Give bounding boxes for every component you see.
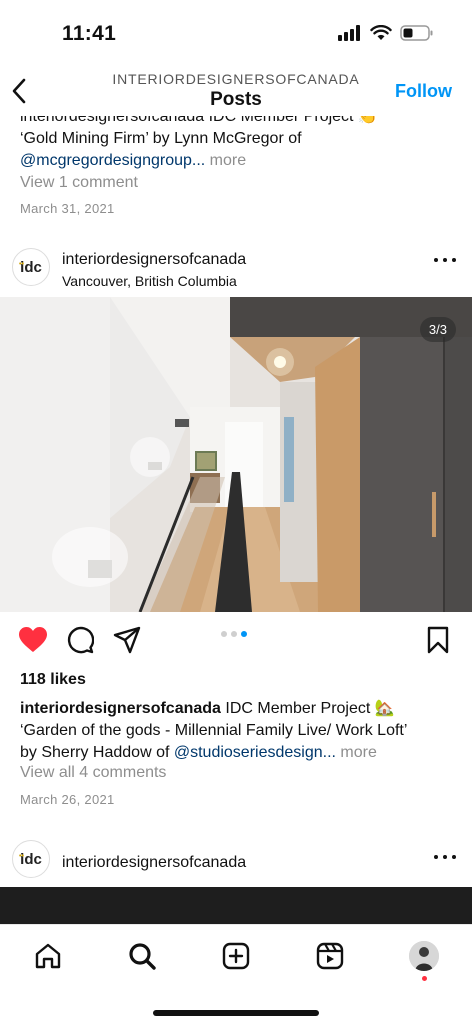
tab-search[interactable]	[124, 938, 160, 974]
previous-view-comments-link[interactable]: View 1 comment	[20, 174, 138, 192]
caption-text-1: IDC Member Project 🏡	[220, 700, 395, 717]
tab-create[interactable]	[218, 938, 254, 974]
comment-icon[interactable]	[66, 626, 94, 654]
carousel-dot	[231, 631, 237, 637]
follow-button[interactable]: Follow	[395, 81, 452, 102]
reels-icon	[316, 942, 344, 970]
next-post-image[interactable]	[0, 887, 472, 924]
next-post-username[interactable]: interiordesignersofcanada	[62, 854, 246, 872]
home-icon	[35, 943, 61, 969]
previous-more-link[interactable]: more	[205, 152, 246, 169]
carousel-dot-active	[241, 631, 247, 637]
caption-text-3: by Sherry Haddow of	[20, 744, 174, 761]
bottom-tab-bar	[0, 924, 472, 1024]
share-icon[interactable]	[113, 626, 141, 654]
logo-dots-icon: ••	[19, 261, 24, 268]
post-caption: interiordesignersofcanada IDC Member Pro…	[20, 698, 460, 764]
post-image[interactable]: 3/3	[0, 297, 472, 612]
more-options-button[interactable]	[434, 258, 456, 264]
next-post-header: •• idc interiordesignersofcanada	[0, 830, 472, 880]
post-actions	[0, 612, 472, 662]
avatar[interactable]: •• idc	[12, 248, 50, 286]
post-header: •• idc interiordesignersofcanada Vancouv…	[0, 238, 472, 289]
hallway-photo	[0, 297, 472, 612]
previous-caption-line1: interiordesignersofcanada IDC Member Pro…	[20, 116, 378, 125]
carousel-indicator	[221, 631, 247, 637]
bookmark-icon[interactable]	[426, 626, 450, 654]
caption-mention-link[interactable]: @studioseriesdesign...	[174, 744, 336, 761]
status-icons	[338, 25, 434, 41]
likes-count[interactable]: 118 likes	[20, 671, 86, 689]
status-time: 11:41	[62, 22, 117, 45]
profile-photo	[409, 941, 439, 971]
signal-icon	[338, 25, 360, 41]
post-username[interactable]: interiordesignersofcanada	[62, 251, 246, 269]
logo-dots-icon: ••	[19, 853, 24, 860]
top-navigation: INTERIORDESIGNERSOFCANADA Posts Follow	[0, 66, 472, 116]
feed[interactable]: interiordesignersofcanada IDC Member Pro…	[0, 116, 472, 924]
view-comments-link[interactable]: View all 4 comments	[20, 764, 166, 782]
more-icon	[434, 855, 438, 859]
heart-icon[interactable]	[18, 626, 48, 654]
next-more-options-button[interactable]	[434, 855, 456, 861]
tab-reels[interactable]	[312, 938, 348, 974]
post-location[interactable]: Vancouver, British Columbia	[62, 273, 237, 289]
battery-icon	[400, 25, 433, 41]
previous-post-caption: interiordesignersofcanada IDC Member Pro…	[20, 116, 460, 172]
post-date: March 26, 2021	[20, 792, 115, 807]
create-icon	[222, 942, 250, 970]
previous-mention-link[interactable]: @mcgregordesigngroup...	[20, 152, 205, 169]
search-icon	[129, 943, 156, 970]
status-bar: 11:41	[0, 0, 472, 70]
more-icon	[434, 258, 438, 262]
profile-avatar	[409, 941, 439, 971]
previous-post-date: March 31, 2021	[20, 201, 115, 216]
image-counter-badge: 3/3	[419, 317, 456, 342]
wifi-icon	[370, 25, 392, 40]
carousel-dot	[221, 631, 227, 637]
home-indicator[interactable]	[153, 1010, 319, 1016]
tab-home[interactable]	[30, 938, 66, 974]
previous-caption-line2: ‘Gold Mining Firm’ by Lynn McGregor of	[20, 130, 302, 147]
tab-profile[interactable]	[406, 938, 442, 974]
caption-username[interactable]: interiordesignersofcanada	[20, 700, 221, 717]
next-avatar[interactable]: •• idc	[12, 840, 50, 878]
notification-dot	[422, 976, 427, 981]
caption-text-2: ‘Garden of the gods - Millennial Family …	[20, 722, 408, 739]
caption-more-link[interactable]: more	[336, 744, 376, 761]
